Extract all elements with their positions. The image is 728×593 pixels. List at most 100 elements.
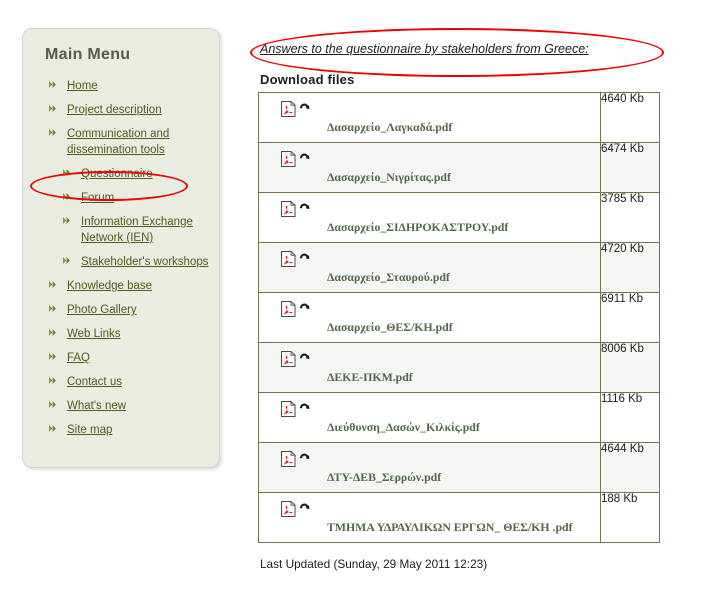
page-title-area: Answers to the questionnaire by stakehol… bbox=[250, 28, 703, 77]
sidebar-item-faq[interactable]: FAQ bbox=[23, 350, 219, 366]
sidebar-item-knowledge-base[interactable]: Knowledge base bbox=[23, 278, 219, 294]
sidebar-item-label[interactable]: Photo Gallery bbox=[67, 304, 137, 316]
sidebar-item-stakeholder-s-workshops[interactable]: Stakeholder's workshops bbox=[23, 254, 219, 270]
reload-arrow-icon[interactable] bbox=[299, 103, 310, 115]
file-icon-group bbox=[281, 301, 310, 317]
file-size-cell: 3785 Kb bbox=[600, 192, 660, 243]
sidebar-item-label[interactable]: Forum bbox=[81, 192, 114, 204]
file-size-cell: 8006 Kb bbox=[600, 342, 660, 393]
download-files-heading: Download files bbox=[260, 72, 355, 87]
file-icon-group bbox=[281, 251, 310, 267]
file-size-cell: 4644 Kb bbox=[600, 442, 660, 493]
file-name-link[interactable]: Δασαρχείο_Λαγκαδά.pdf bbox=[327, 120, 452, 135]
pdf-document-icon[interactable] bbox=[281, 351, 296, 367]
file-cell: ΔΤΥ-ΔΕΒ_Σερρών.pdf bbox=[258, 442, 601, 493]
main-menu-list: Home Project description Communication and… bbox=[23, 64, 219, 438]
file-size-cell: 188 Kb bbox=[600, 492, 660, 543]
file-size-cell: 1116 Kb bbox=[600, 392, 660, 443]
sidebar-item-label[interactable]: Home bbox=[67, 80, 98, 92]
sidebar-item-label[interactable]: Contact us bbox=[67, 376, 122, 388]
reload-arrow-icon[interactable] bbox=[299, 203, 310, 215]
page-title: Answers to the questionnaire by stakehol… bbox=[260, 42, 589, 56]
sidebar-item-project-description[interactable]: Project description bbox=[23, 102, 219, 118]
sidebar-item-site-map[interactable]: Site map bbox=[23, 422, 219, 438]
file-name-link[interactable]: Δασαρχείο_Σταυρού.pdf bbox=[327, 270, 450, 285]
sidebar-item-label[interactable]: Site map bbox=[67, 424, 112, 436]
file-name-link[interactable]: Δασαρχείο_Νιγρίτας.pdf bbox=[327, 170, 451, 185]
double-chevron-icon bbox=[63, 256, 72, 265]
sidebar-item-label[interactable]: Information Exchange Network (IEN) bbox=[81, 216, 193, 244]
file-name-link[interactable]: Διεύθυνση_Δασών_Κιλκίς.pdf bbox=[327, 420, 480, 435]
pdf-document-icon[interactable] bbox=[281, 401, 296, 417]
sidebar-item-contact-us[interactable]: Contact us bbox=[23, 374, 219, 390]
file-icon-group bbox=[281, 101, 310, 117]
sidebar-item-forum[interactable]: Forum bbox=[23, 190, 219, 206]
pdf-document-icon[interactable] bbox=[281, 101, 296, 117]
double-chevron-icon bbox=[49, 128, 58, 137]
pdf-document-icon[interactable] bbox=[281, 451, 296, 467]
double-chevron-icon bbox=[63, 168, 72, 177]
main-menu-title: Main Menu bbox=[45, 46, 131, 63]
file-name-link[interactable]: Δασαρχείο_ΣΙΔΗΡΟΚΑΣΤΡΟΥ.pdf bbox=[327, 220, 508, 235]
file-cell: ΤΜΗΜΑ ΥΔΡΑΥΛΙΚΩΝ ΕΡΓΩΝ_ ΘΕΣ/ΚΗ .pdf bbox=[258, 492, 601, 543]
sidebar-item-questionnaire[interactable]: Questionnaire bbox=[23, 166, 219, 182]
pdf-document-icon[interactable] bbox=[281, 301, 296, 317]
reload-arrow-icon[interactable] bbox=[299, 403, 310, 415]
sidebar-item-label[interactable]: Stakeholder's workshops bbox=[81, 256, 208, 268]
sidebar-item-what-s-new[interactable]: What's new bbox=[23, 398, 219, 414]
sidebar-item-label[interactable]: Web Links bbox=[67, 328, 120, 340]
file-cell: Δασαρχείο_Νιγρίτας.pdf bbox=[258, 142, 601, 193]
sidebar-item-label[interactable]: Knowledge base bbox=[67, 280, 152, 292]
double-chevron-icon bbox=[63, 216, 72, 225]
file-cell: ΔΕΚΕ-ΠΚΜ.pdf bbox=[258, 342, 601, 393]
double-chevron-icon bbox=[49, 376, 58, 385]
sidebar-item-photo-gallery[interactable]: Photo Gallery bbox=[23, 302, 219, 318]
reload-arrow-icon[interactable] bbox=[299, 303, 310, 315]
sidebar-item-label[interactable]: FAQ bbox=[67, 352, 90, 364]
sidebar-item-label[interactable]: Communication and dissemination tools bbox=[67, 128, 169, 156]
file-icon-group bbox=[281, 401, 310, 417]
file-cell: Διεύθυνση_Δασών_Κιλκίς.pdf bbox=[258, 392, 601, 443]
file-icon-group bbox=[281, 351, 310, 367]
file-size-cell: 4640 Kb bbox=[600, 92, 660, 143]
reload-arrow-icon[interactable] bbox=[299, 453, 310, 465]
file-name-link[interactable]: Δασαρχείο_ΘΕΣ/ΚΗ.pdf bbox=[327, 320, 453, 335]
sidebar-item-label[interactable]: Project description bbox=[67, 104, 162, 116]
file-size-cell: 6474 Kb bbox=[600, 142, 660, 193]
double-chevron-icon bbox=[49, 304, 58, 313]
file-icon-group bbox=[281, 151, 310, 167]
table-row: Δασαρχείο_ΣΙΔΗΡΟΚΑΣΤΡΟΥ.pdf 3785 Kb bbox=[258, 192, 660, 243]
sidebar-item-label[interactable]: Questionnaire bbox=[81, 168, 153, 180]
double-chevron-icon bbox=[49, 400, 58, 409]
main-content: Answers to the questionnaire by stakehol… bbox=[250, 28, 703, 571]
file-name-link[interactable]: ΤΜΗΜΑ ΥΔΡΑΥΛΙΚΩΝ ΕΡΓΩΝ_ ΘΕΣ/ΚΗ .pdf bbox=[327, 520, 573, 535]
table-row: ΔΕΚΕ-ΠΚΜ.pdf 8006 Kb bbox=[258, 342, 660, 393]
sidebar-item-web-links[interactable]: Web Links bbox=[23, 326, 219, 342]
pdf-document-icon[interactable] bbox=[281, 501, 296, 517]
sidebar-item-information-exchange-network-ien[interactable]: Information Exchange Network (IEN) bbox=[23, 214, 219, 246]
download-files-table: Δασαρχείο_Λαγκαδά.pdf 4640 Kb Δασαρχείο_Νι… bbox=[258, 92, 660, 543]
file-cell: Δασαρχείο_ΣΙΔΗΡΟΚΑΣΤΡΟΥ.pdf bbox=[258, 192, 601, 243]
file-size-cell: 4720 Kb bbox=[600, 242, 660, 293]
sidebar-item-home[interactable]: Home bbox=[23, 78, 219, 94]
pdf-document-icon[interactable] bbox=[281, 201, 296, 217]
file-icon-group bbox=[281, 451, 310, 467]
pdf-document-icon[interactable] bbox=[281, 151, 296, 167]
reload-arrow-icon[interactable] bbox=[299, 253, 310, 265]
double-chevron-icon bbox=[49, 424, 58, 433]
file-size-cell: 6911 Kb bbox=[600, 292, 660, 343]
file-name-link[interactable]: ΔΕΚΕ-ΠΚΜ.pdf bbox=[327, 370, 413, 385]
table-row: Δασαρχείο_Λαγκαδά.pdf 4640 Kb bbox=[258, 92, 660, 143]
reload-arrow-icon[interactable] bbox=[299, 153, 310, 165]
reload-arrow-icon[interactable] bbox=[299, 503, 310, 515]
sidebar-item-label[interactable]: What's new bbox=[67, 400, 126, 412]
file-name-link[interactable]: ΔΤΥ-ΔΕΒ_Σερρών.pdf bbox=[327, 470, 441, 485]
pdf-document-icon[interactable] bbox=[281, 251, 296, 267]
sidebar-item-communication-and-dissemination-tools[interactable]: Communication and dissemination tools bbox=[23, 126, 219, 158]
file-icon-group bbox=[281, 201, 310, 217]
table-row: Δασαρχείο_ΘΕΣ/ΚΗ.pdf 6911 Kb bbox=[258, 292, 660, 343]
double-chevron-icon bbox=[49, 328, 58, 337]
reload-arrow-icon[interactable] bbox=[299, 353, 310, 365]
double-chevron-icon bbox=[49, 104, 58, 113]
table-row: ΔΤΥ-ΔΕΒ_Σερρών.pdf 4644 Kb bbox=[258, 442, 660, 493]
